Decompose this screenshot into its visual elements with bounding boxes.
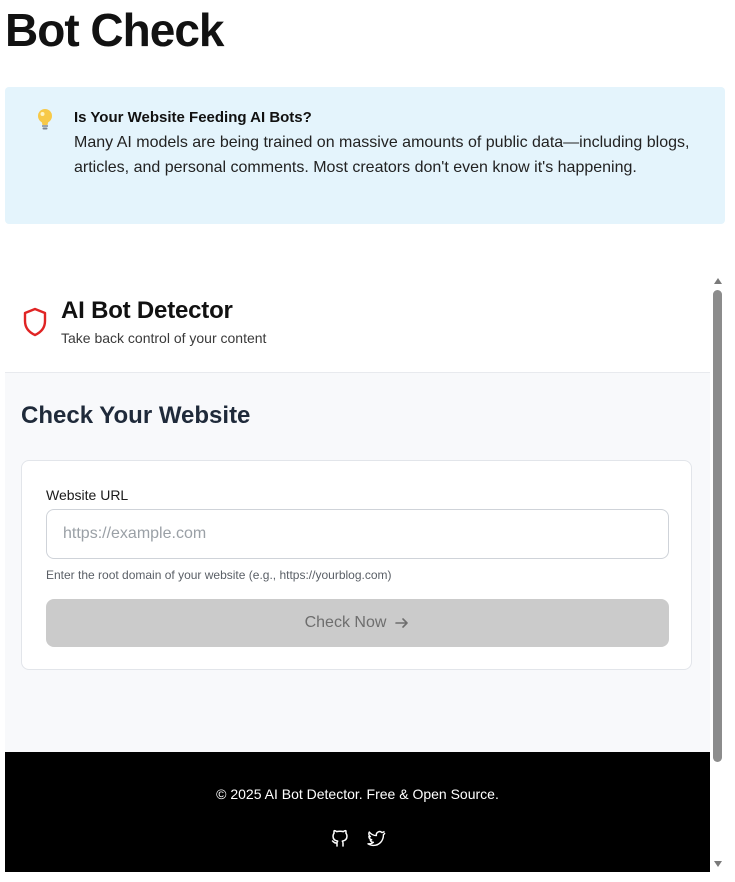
scrollbar-thumb[interactable] — [713, 290, 722, 762]
check-now-label: Check Now — [304, 614, 387, 631]
twitter-icon[interactable] — [366, 828, 386, 848]
github-icon[interactable] — [330, 828, 350, 848]
footer-social-links — [5, 828, 710, 848]
scroll-up-arrow-icon[interactable] — [714, 278, 722, 284]
check-now-button[interactable]: Check Now — [46, 599, 669, 647]
lightbulb-icon — [34, 107, 56, 133]
footer: © 2025 AI Bot Detector. Free & Open Sour… — [5, 752, 710, 872]
callout-heading: Is Your Website Feeding AI Bots? — [74, 109, 312, 126]
website-url-hint: Enter the root domain of your website (e… — [46, 568, 392, 582]
arrow-right-icon — [394, 615, 410, 631]
website-url-input[interactable] — [46, 509, 669, 559]
page-title: Bot Check — [5, 4, 224, 56]
footer-copyright: © 2025 AI Bot Detector. Free & Open Sour… — [216, 786, 499, 802]
section-title: Check Your Website — [21, 402, 251, 429]
check-form-card: Website URL Enter the root domain of you… — [21, 460, 692, 670]
shield-icon — [22, 307, 48, 337]
app-frame: AI Bot Detector Take back control of you… — [5, 274, 710, 872]
main-content: Check Your Website Website URL Enter the… — [5, 373, 710, 752]
info-callout: Is Your Website Feeding AI Bots? Many AI… — [5, 87, 725, 224]
app-header: AI Bot Detector Take back control of you… — [5, 274, 710, 373]
website-url-label: Website URL — [46, 487, 129, 503]
app-title: AI Bot Detector — [61, 297, 233, 324]
scroll-down-arrow-icon[interactable] — [714, 861, 722, 867]
app-subtitle: Take back control of your content — [61, 330, 267, 346]
callout-body: Many AI models are being trained on mass… — [74, 134, 690, 176]
scrollbar[interactable] — [711, 274, 725, 872]
